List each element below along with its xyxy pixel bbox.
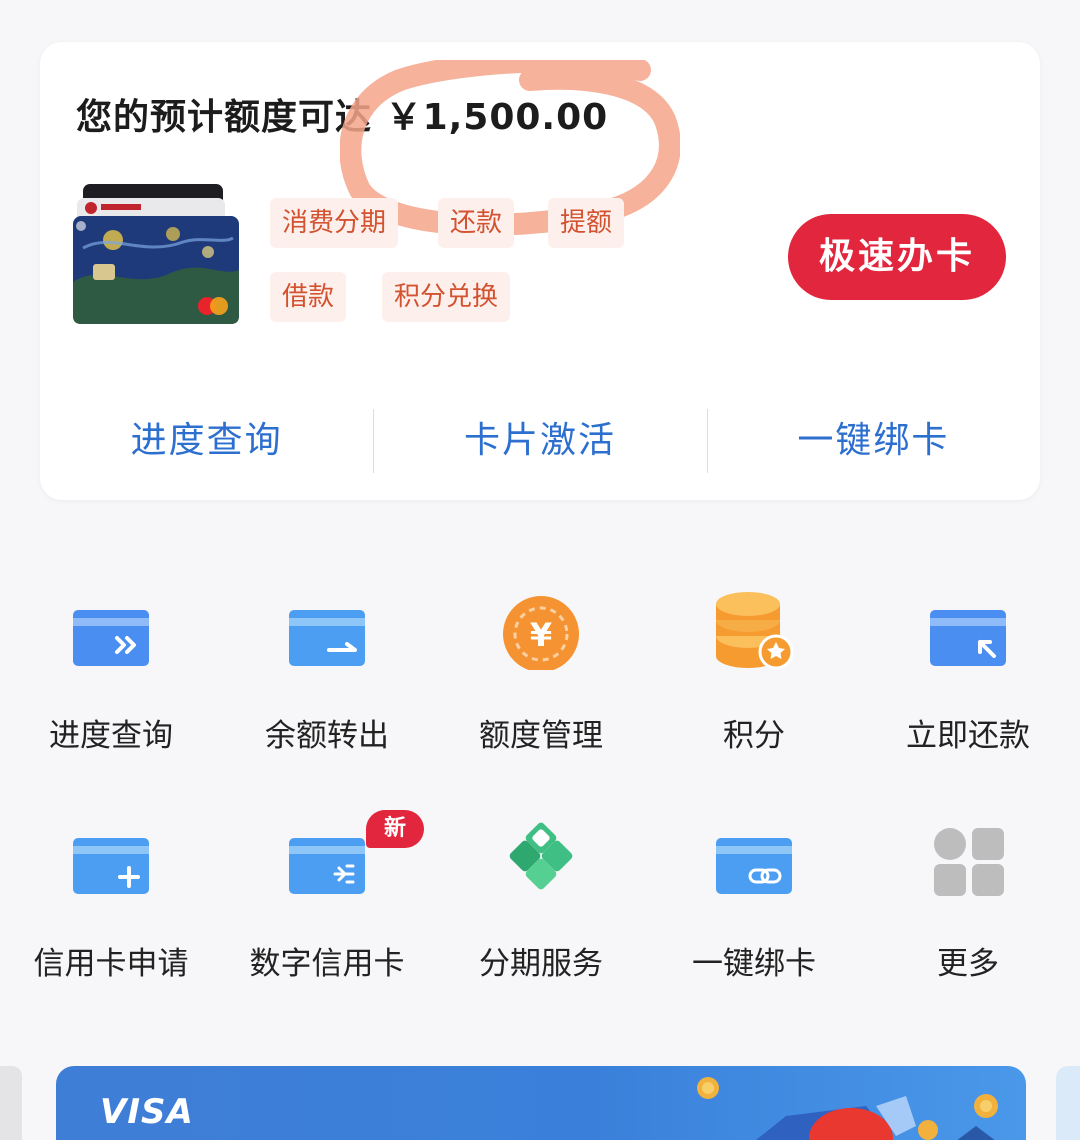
svg-text:¥: ¥ [530,616,552,654]
diamond-grid-icon [509,822,573,890]
card-forward-icon [73,610,149,666]
visa-logo: VISA [100,1092,194,1132]
service-label: 余额转出 [265,718,389,754]
promo-banner[interactable]: VISA [56,1066,1026,1140]
service-label: 更多 [937,946,999,982]
estimated-limit-headline: 您的预计额度可达 ￥1,500.00 [76,88,608,140]
new-badge: 新 [366,810,424,848]
card-arrow-icon [930,610,1006,666]
tag-repayment[interactable]: 还款 [438,198,515,248]
card-digital-icon [289,838,365,894]
banner-next-peek[interactable] [1056,1066,1080,1140]
credit-limit-card: 您的预计额度可达 ￥1,500.00 消费分期 还款 提额 借款 积分兑换 极速… [40,42,1040,500]
service-label: 信用卡申请 [33,946,189,982]
coin-stack-star-icon [716,592,794,670]
service-label: 积分 [723,718,785,754]
card-quick-links: 进度查询 卡片激活 一键绑卡 [40,407,1040,475]
service-label: 分期服务 [479,946,603,982]
bank-cards-image [73,184,239,324]
tag-installment[interactable]: 消费分期 [270,198,399,248]
headline-prefix: 您的预计额度可达 [76,97,373,138]
link-progress-query[interactable]: 进度查询 [40,407,373,475]
card-transfer-icon [289,610,365,666]
card-plus-icon [73,838,149,894]
tag-loan[interactable]: 借款 [270,272,347,322]
banner-prev-peek[interactable] [0,1066,22,1140]
quick-apply-button[interactable]: 极速办卡 [788,214,1006,300]
link-bind-card[interactable]: 一键绑卡 [706,407,1040,475]
service-label: 数字信用卡 [249,946,405,982]
card-link-icon [716,838,792,894]
service-label: 额度管理 [479,718,603,754]
service-label: 立即还款 [906,718,1030,754]
tag-points-exchange[interactable]: 积分兑换 [382,272,511,322]
service-label: 进度查询 [49,718,173,754]
tag-raise-limit[interactable]: 提额 [548,198,625,248]
more-grid-icon [934,828,1004,896]
service-label: 一键绑卡 [692,946,816,982]
link-card-activation[interactable]: 卡片激活 [373,407,706,475]
yuan-coin-icon: ¥ [503,596,579,670]
limit-amount: ￥1,500.00 [385,97,609,138]
promo-illustration [697,1077,998,1140]
